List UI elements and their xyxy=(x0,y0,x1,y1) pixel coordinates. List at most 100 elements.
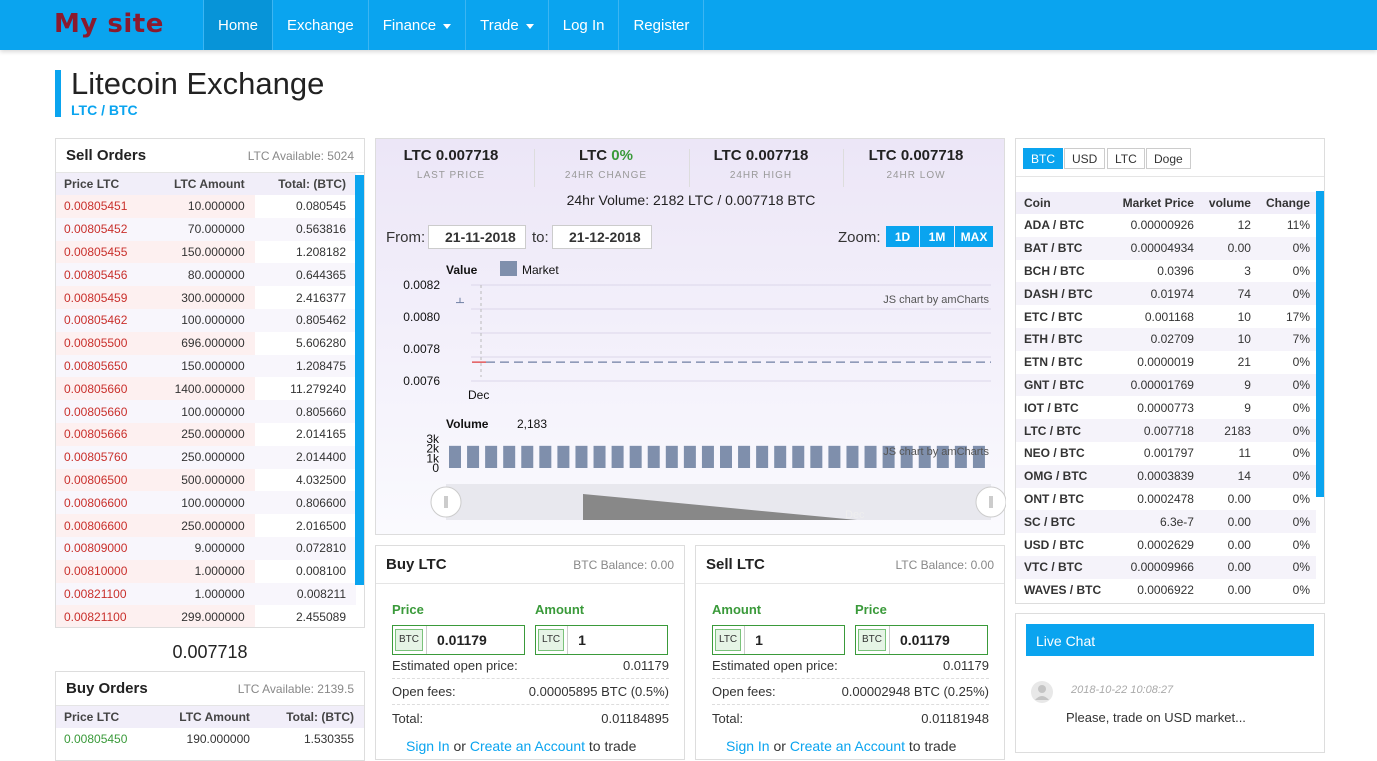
volume-bar[interactable] xyxy=(701,445,714,468)
tab-btc[interactable]: BTC xyxy=(1023,148,1063,169)
volume-bar[interactable] xyxy=(864,445,877,468)
order-row[interactable]: 0.00805660 100.000000 0.805660 xyxy=(56,400,356,423)
nav-finance[interactable]: Finance xyxy=(367,0,465,50)
column-header[interactable]: Coin xyxy=(1016,192,1113,214)
input-value[interactable]: 1 xyxy=(567,626,667,654)
volume-bar[interactable] xyxy=(792,445,805,468)
market-row[interactable]: ETC / BTC 0.001168 10 17% xyxy=(1016,305,1316,328)
order-row[interactable]: 0.00821100 1.000000 0.008211 xyxy=(56,582,356,606)
market-row[interactable]: IOT / BTC 0.0000773 9 0% xyxy=(1016,396,1316,419)
volume-bar[interactable] xyxy=(683,445,696,468)
volume-bar[interactable] xyxy=(485,445,498,468)
column-header[interactable]: Total: (BTC) xyxy=(259,706,364,728)
sell-orders-scrollbar[interactable] xyxy=(355,175,364,585)
volume-bar[interactable] xyxy=(557,445,570,468)
volume-bar[interactable] xyxy=(828,445,841,468)
order-row[interactable]: 0.00805500 696.000000 5.606280 xyxy=(56,331,356,355)
input-value[interactable]: 1 xyxy=(744,626,844,654)
handle-knob[interactable] xyxy=(430,486,462,518)
market-row[interactable]: NEO / BTC 0.001797 11 0% xyxy=(1016,442,1316,465)
live-chat-header[interactable]: Live Chat xyxy=(1026,624,1314,656)
site-logo[interactable]: My site xyxy=(54,9,164,39)
volume-bar[interactable] xyxy=(774,445,787,468)
order-row[interactable]: 0.00805451 10.000000 0.080545 xyxy=(56,195,356,218)
order-row[interactable]: 0.00805456 80.000000 0.644365 xyxy=(56,263,356,287)
sign-in-link[interactable]: Sign In xyxy=(406,738,450,754)
volume-bar[interactable] xyxy=(810,445,823,468)
volume-bar[interactable] xyxy=(846,445,859,468)
column-header[interactable]: volume xyxy=(1199,192,1257,214)
sell-price-input[interactable]: BTC 0.01179 xyxy=(855,625,988,655)
market-scrollbar[interactable] xyxy=(1316,191,1324,497)
volume-bar[interactable] xyxy=(720,445,732,468)
market-row[interactable]: DASH / BTC 0.01974 74 0% xyxy=(1016,282,1316,306)
market-row[interactable]: BCH / BTC 0.0396 3 0% xyxy=(1016,260,1316,283)
market-row[interactable]: WAVES / BTC 0.0006922 0.00 0% xyxy=(1016,579,1316,602)
nav-exchange[interactable]: Exchange xyxy=(272,0,368,50)
sell-amount-input[interactable]: LTC 1 xyxy=(712,625,845,655)
column-header[interactable]: Total: (BTC) xyxy=(254,173,356,195)
order-row[interactable]: 0.00805666 250.000000 2.014165 xyxy=(56,422,356,446)
order-row[interactable]: 0.00805452 70.000000 0.563816 xyxy=(56,217,356,241)
market-row[interactable]: VTC / BTC 0.00009966 0.00 0% xyxy=(1016,555,1316,579)
market-row[interactable]: ONT / BTC 0.0002478 0.00 0% xyxy=(1016,488,1316,511)
column-header[interactable]: Change xyxy=(1256,192,1316,214)
create-account-link[interactable]: Create an Account xyxy=(470,738,585,754)
order-row[interactable]: 0.00805459 300.000000 2.416377 xyxy=(56,286,356,309)
nav-trade[interactable]: Trade xyxy=(465,0,548,50)
volume-bar[interactable] xyxy=(665,445,678,468)
volume-bar[interactable] xyxy=(467,445,480,468)
volume-bar[interactable] xyxy=(575,445,588,468)
order-row[interactable]: 0.00806600 100.000000 0.806600 xyxy=(56,491,356,515)
order-row[interactable]: 0.00805462 100.000000 0.805462 xyxy=(56,308,356,332)
scroll-handle-right[interactable] xyxy=(975,486,1006,518)
tab-ltc[interactable]: LTC xyxy=(1107,148,1145,169)
order-row[interactable]: 0.00805455 150.000000 1.208182 xyxy=(56,240,356,264)
legend-label[interactable]: Market xyxy=(522,263,559,277)
column-header[interactable]: LTC Amount xyxy=(152,706,260,728)
market-row[interactable]: SC / BTC 6.3e-7 0.00 0% xyxy=(1016,510,1316,534)
order-row[interactable]: 0.00805660 1400.000000 11.279240 xyxy=(56,377,356,401)
scroll-handle-left[interactable] xyxy=(430,486,462,518)
order-row[interactable]: 0.00821100 299.000000 2.455089 xyxy=(56,605,356,627)
volume-bar[interactable] xyxy=(521,445,534,468)
market-row[interactable]: LTC / BTC 0.007718 2183 0% xyxy=(1016,419,1316,442)
buy-amount-input[interactable]: LTC 1 xyxy=(535,625,668,655)
tab-usd[interactable]: USD xyxy=(1064,148,1106,169)
handle-knob[interactable] xyxy=(975,486,1006,518)
input-value[interactable]: 0.01179 xyxy=(426,626,524,654)
volume-bar[interactable] xyxy=(756,445,769,468)
nav-log-in[interactable]: Log In xyxy=(547,0,619,50)
volume-bar[interactable] xyxy=(738,445,751,468)
nav-register[interactable]: Register xyxy=(618,0,705,50)
volume-bar[interactable] xyxy=(449,445,461,468)
tab-doge[interactable]: Doge xyxy=(1146,148,1191,169)
nav-home[interactable]: Home xyxy=(203,0,273,50)
column-header[interactable]: Price LTC xyxy=(56,706,153,728)
sign-in-link[interactable]: Sign In xyxy=(726,738,770,754)
market-row[interactable]: ETN / BTC 0.0000019 21 0% xyxy=(1016,351,1316,374)
buy-price-input[interactable]: BTC 0.01179 xyxy=(392,625,525,655)
volume-bar[interactable] xyxy=(539,445,552,468)
volume-bar[interactable] xyxy=(503,445,516,468)
create-account-link[interactable]: Create an Account xyxy=(790,738,905,754)
market-row[interactable]: OMG / BTC 0.0003839 14 0% xyxy=(1016,464,1316,488)
order-row[interactable]: 0.00805760 250.000000 2.014400 xyxy=(56,445,356,469)
price-volume-chart[interactable]: 0.0082 0.0080 0.0078 0.0076 Dec Value Market JS… xyxy=(376,139,1006,536)
market-row[interactable]: BAT / BTC 0.00004934 0.00 0% xyxy=(1016,236,1316,260)
market-row[interactable]: GNT / BTC 0.00001769 9 0% xyxy=(1016,373,1316,397)
column-header[interactable]: Market Price xyxy=(1112,192,1200,214)
order-row[interactable]: 0.00806500 500.000000 4.032500 xyxy=(56,468,356,492)
volume-bar[interactable] xyxy=(611,445,624,468)
order-row[interactable]: 0.00809000 9.000000 0.072810 xyxy=(56,536,356,560)
order-row[interactable]: 0.00805450 190.000000 1.530355 xyxy=(56,728,364,751)
volume-bar[interactable] xyxy=(647,445,660,468)
column-header[interactable]: LTC Amount xyxy=(149,173,255,195)
market-row[interactable]: ETH / BTC 0.02709 10 7% xyxy=(1016,327,1316,351)
market-row[interactable]: ADA / BTC 0.00000926 12 11% xyxy=(1016,214,1316,237)
volume-bar[interactable] xyxy=(593,445,606,468)
volume-bar[interactable] xyxy=(629,445,642,468)
market-row[interactable]: USD / BTC 0.0002629 0.00 0% xyxy=(1016,533,1316,556)
input-value[interactable]: 0.01179 xyxy=(889,626,987,654)
order-row[interactable]: 0.00810000 1.000000 0.008100 xyxy=(56,559,356,583)
